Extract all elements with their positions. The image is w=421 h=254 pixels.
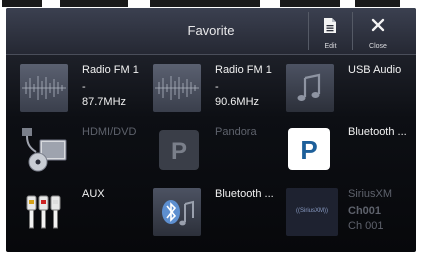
close-icon <box>371 18 385 32</box>
svg-text:P: P <box>300 135 317 165</box>
favorite-tile-radio-fm-1[interactable]: Radio FM 1 - 90.6MHz <box>147 58 275 113</box>
favorite-tile-aux[interactable]: AUX <box>14 182 142 237</box>
tile-name: Radio FM 1 <box>215 64 272 76</box>
tile-frequency: 90.6MHz <box>215 96 260 108</box>
favorite-tile-pandora[interactable]: P Pandora <box>147 120 275 175</box>
close-button[interactable]: Close <box>356 8 400 54</box>
tile-name: Bluetooth ... <box>215 188 274 200</box>
tile-detail: - <box>82 81 86 93</box>
tile-detail: - <box>215 81 219 93</box>
favorite-tile-bluetooth-audio[interactable]: Bluetooth ... <box>147 182 275 237</box>
tile-name: Bluetooth ... <box>348 126 407 138</box>
pandora-icon: P <box>159 130 199 170</box>
tile-channel: Ch001 <box>348 205 382 217</box>
favorite-tile-siriusxm[interactable]: ((SiriusXM)) SiriusXM Ch001 Ch 001 <box>280 182 408 237</box>
tile-frequency: 87.7MHz <box>82 96 127 108</box>
pandora-icon: P <box>288 128 330 170</box>
document-icon <box>324 18 336 33</box>
tile-name: HDMI/DVD <box>82 126 137 138</box>
tile-name: Radio FM 1 <box>82 64 139 76</box>
tile-name: Pandora <box>215 126 257 138</box>
favorite-tile-hdmi-dvd[interactable]: HDMI/DVD <box>14 120 142 175</box>
tile-channel-number: Ch 001 <box>348 220 384 232</box>
siriusxm-logo-text: ((SiriusXM)) <box>296 208 328 214</box>
favorite-screen: Favorite Edit Close Radio FM 1 - 87.7MHz… <box>6 8 416 252</box>
favorite-tile-radio-fm-1[interactable]: Radio FM 1 - 87.7MHz <box>14 58 142 113</box>
tile-name: AUX <box>82 188 105 200</box>
favorite-tile-bluetooth[interactable]: P Bluetooth ... <box>280 120 408 175</box>
bluetooth-audio-icon <box>153 188 201 236</box>
close-label: Close <box>369 43 387 50</box>
music-note-icon <box>286 64 334 112</box>
radio-waveform-icon <box>153 64 201 112</box>
svg-text:P: P <box>171 138 187 165</box>
page-title: Favorite <box>187 23 235 38</box>
rca-cable-icon <box>20 188 68 236</box>
radio-waveform-icon <box>20 64 68 112</box>
hdmi-dvd-icon <box>20 126 68 174</box>
page-indicator <box>209 245 221 252</box>
edit-label: Edit <box>324 43 337 50</box>
tile-name: USB Audio <box>348 64 402 76</box>
tile-name: SiriusXM <box>348 188 393 200</box>
edit-button[interactable]: Edit <box>309 8 352 54</box>
cropped-heading <box>0 0 421 7</box>
favorite-tile-usb-audio[interactable]: USB Audio <box>280 58 408 113</box>
header-bar: Favorite Edit Close <box>6 8 416 55</box>
header-divider <box>352 12 353 50</box>
siriusxm-logo: ((SiriusXM)) <box>286 188 338 236</box>
